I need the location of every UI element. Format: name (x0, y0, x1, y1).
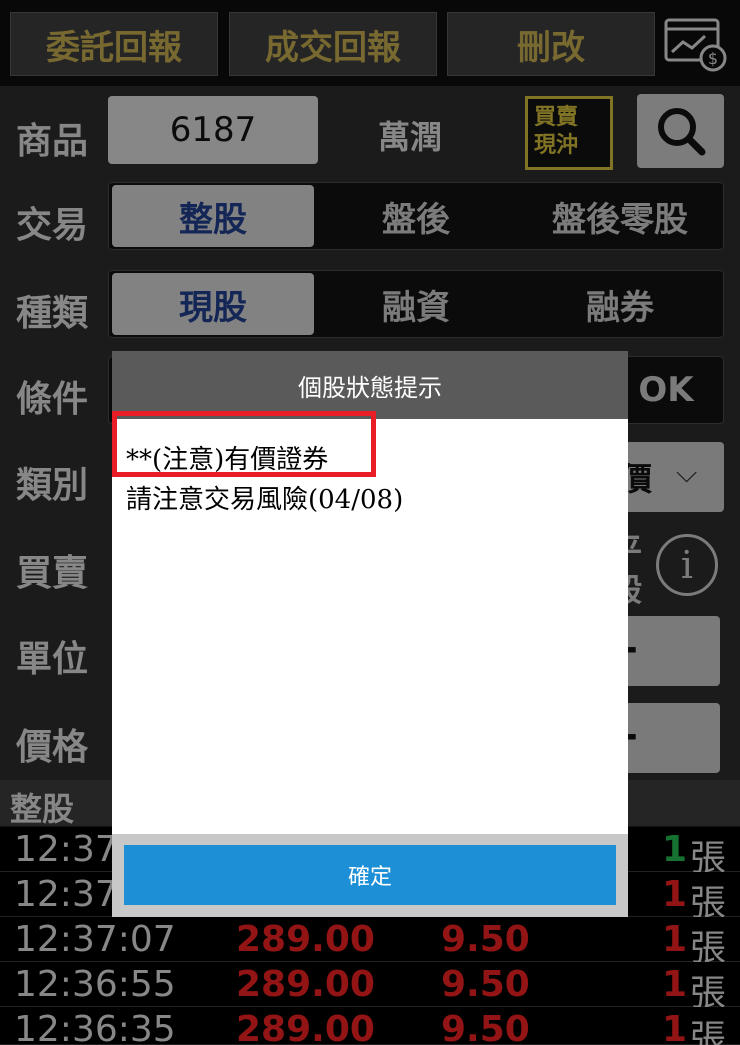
dialog-title: 個股狀態提示 (112, 351, 628, 419)
confirm-button[interactable]: 確定 (124, 845, 616, 905)
dialog-body: **(注意)有價證券 請注意交易風險(04/08) (112, 411, 628, 834)
stock-status-dialog: 個股狀態提示 **(注意)有價證券 請注意交易風險(04/08) 確定 (112, 351, 628, 917)
highlight-box (112, 411, 376, 477)
dialog-risk-line: 請注意交易風險(04/08) (126, 485, 404, 515)
